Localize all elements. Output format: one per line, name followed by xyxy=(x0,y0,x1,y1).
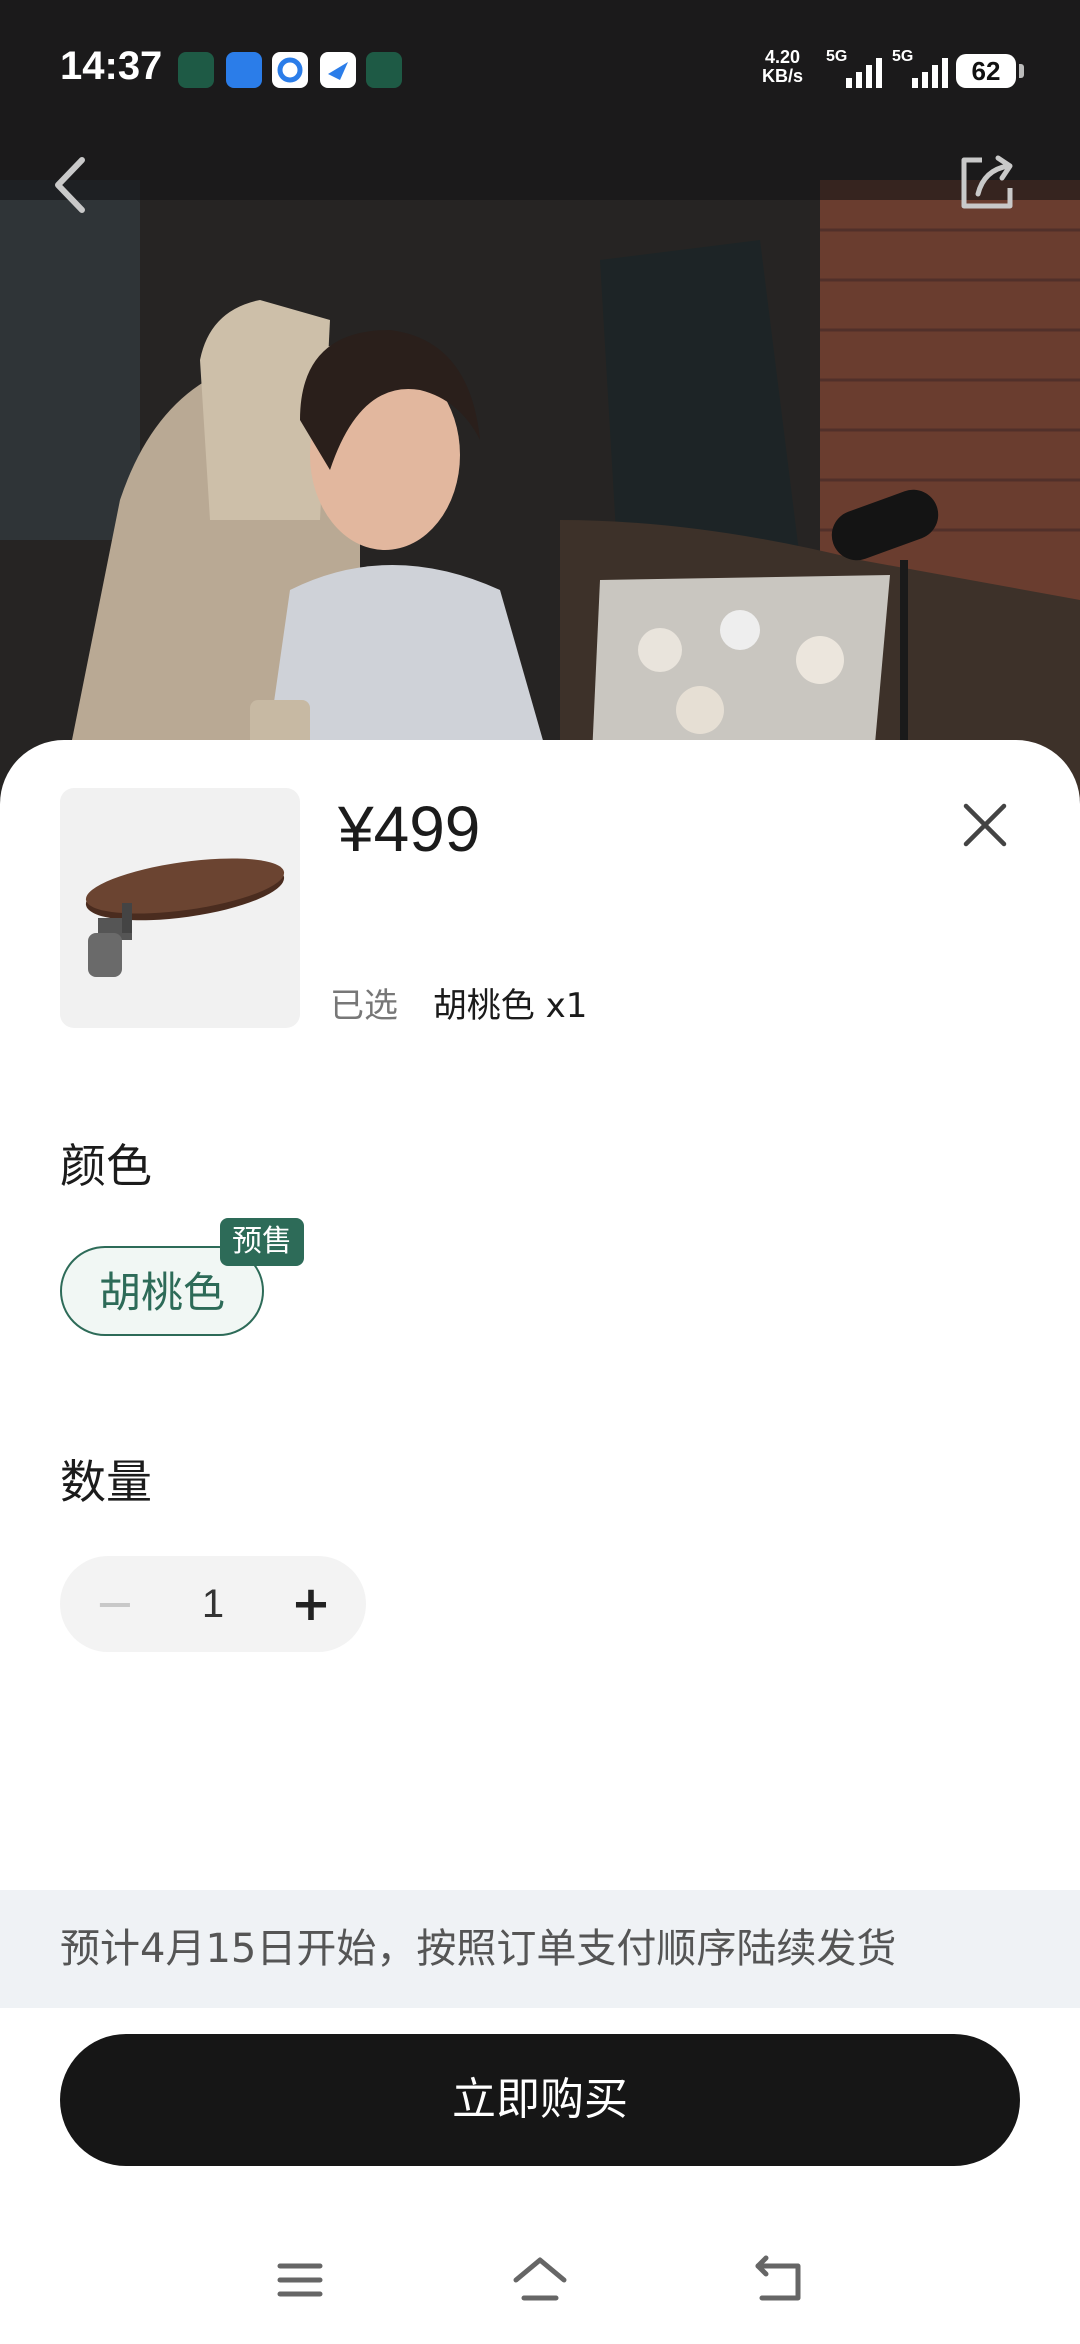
signal-bars-icon xyxy=(846,58,882,88)
purchase-sheet: ¥499 已选 胡桃色 x1 颜色 胡桃色 预售 数量 − 1 + 预计4月15… xyxy=(0,740,1080,2344)
return-button[interactable] xyxy=(750,2250,810,2310)
home-icon xyxy=(513,2257,567,2301)
signal-sim1: 5G xyxy=(826,48,890,90)
close-button[interactable] xyxy=(960,800,1010,850)
product-price: ¥499 xyxy=(338,793,481,865)
network-speed-unit: KB/s xyxy=(762,66,804,86)
back-icon xyxy=(55,157,85,213)
selected-label: 已选 xyxy=(330,986,398,1026)
status-time: 14:37 xyxy=(60,44,163,88)
increase-quantity-button[interactable]: + xyxy=(266,1556,356,1652)
quantity-stepper: − 1 + xyxy=(60,1556,366,1652)
decrease-quantity-button[interactable]: − xyxy=(70,1556,160,1652)
shipping-notice: 预计4月15日开始，按照订单支付顺序陆续发货 xyxy=(0,1890,1080,2008)
share-button[interactable] xyxy=(954,150,1020,216)
buy-now-button[interactable]: 立即购买 xyxy=(60,2034,1020,2166)
quantity-value: 1 xyxy=(201,1582,225,1626)
status-bar: 14:37 4.20 KB/s 5G 5G 62 xyxy=(0,0,1080,140)
product-thumbnail xyxy=(60,788,300,1028)
quantity-section-title: 数量 xyxy=(60,1455,152,1509)
share-icon xyxy=(961,155,1013,209)
presale-badge: 预售 xyxy=(220,1218,304,1266)
app-notification-icon xyxy=(226,52,262,88)
app-notification-icon xyxy=(366,52,402,88)
app-notification-icon xyxy=(178,52,214,88)
home-button[interactable] xyxy=(510,2250,570,2310)
return-icon xyxy=(755,2255,801,2301)
selected-summary: 已选 胡桃色 x1 xyxy=(330,978,587,1027)
selected-value: 胡桃色 x1 xyxy=(432,986,588,1026)
back-button[interactable] xyxy=(46,150,96,220)
signal-sim2: 5G xyxy=(892,48,956,90)
network-speed: 4.20 KB/s xyxy=(762,48,803,86)
app-notification-icon xyxy=(320,52,356,88)
network-speed-value: 4.20 xyxy=(764,47,801,67)
color-section-title: 颜色 xyxy=(60,1139,152,1193)
menu-icon xyxy=(277,2263,323,2297)
signal-bars-icon xyxy=(912,58,948,88)
system-navigation-bar xyxy=(0,2220,1080,2344)
app-notification-icon xyxy=(272,52,308,88)
shipping-notice-text: 预计4月15日开始，按照订单支付顺序陆续发货 xyxy=(60,1926,897,1972)
close-icon xyxy=(963,803,1007,847)
menu-button[interactable] xyxy=(270,2250,330,2310)
battery-indicator: 62 xyxy=(956,54,1024,88)
